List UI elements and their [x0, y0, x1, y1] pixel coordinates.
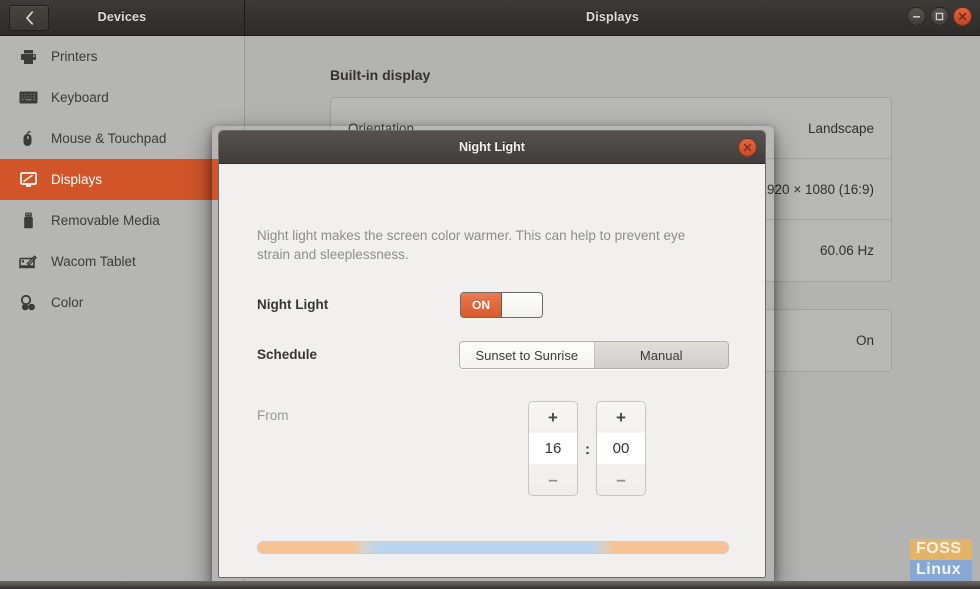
sidebar-item-removable-media[interactable]: Removable Media — [0, 200, 244, 241]
usb-drive-icon — [16, 211, 40, 231]
watermark-line-2: Linux — [910, 560, 972, 581]
segment-label: Manual — [639, 347, 683, 363]
color-profile-icon — [16, 293, 40, 313]
close-icon — [743, 139, 752, 157]
keyboard-icon — [16, 88, 40, 108]
sidebar-item-mouse-touchpad[interactable]: Mouse & Touchpad — [0, 118, 244, 159]
sidebar-item-label: Removable Media — [51, 213, 160, 228]
night-light-dialog: Night Light Night light makes the screen… — [218, 130, 766, 578]
watermark: FOSS Linux — [910, 539, 972, 581]
sidebar: Printers Keyboard Mouse & Touchpad Displ… — [0, 36, 245, 589]
sidebar-item-label: Printers — [51, 49, 98, 64]
dialog-close-button[interactable] — [738, 138, 757, 157]
minimize-button[interactable] — [907, 7, 926, 26]
window-title: Displays — [585, 10, 640, 24]
watermark-line-1: FOSS — [910, 539, 972, 560]
from-minute-decrement-button[interactable]: – — [597, 464, 645, 495]
sidebar-item-label: Displays — [51, 172, 103, 187]
bottom-shadow-strip — [0, 581, 980, 589]
from-hour-increment-button[interactable]: + — [529, 402, 577, 433]
maximize-button[interactable] — [930, 7, 949, 26]
sidebar-item-keyboard[interactable]: Keyboard — [0, 77, 244, 118]
sidebar-titlebar: Devices — [0, 0, 245, 36]
row-value: Landscape — [807, 120, 874, 136]
sidebar-item-displays[interactable]: Displays — [0, 159, 244, 200]
close-button[interactable] — [953, 7, 972, 26]
page-title: Built-in display — [330, 67, 431, 83]
main-titlebar: Displays — [245, 0, 980, 36]
dialog-description: Night light makes the screen color warme… — [257, 228, 686, 262]
night-light-label: Night Light — [257, 297, 329, 312]
toggle-state-label: ON — [461, 293, 502, 317]
mouse-icon — [16, 129, 40, 149]
row-value: 1920 × 1080 (16:9) — [759, 181, 874, 197]
sidebar-item-label: Wacom Tablet — [51, 254, 136, 269]
sidebar-item-label: Color — [51, 295, 84, 310]
toggle-knob — [502, 293, 542, 317]
close-icon — [958, 12, 967, 21]
from-minute-value[interactable]: 00 — [597, 433, 645, 464]
segment-label: Sunset to Sunrise — [475, 347, 579, 363]
schedule-mode-selector: Sunset to Sunrise Manual — [459, 341, 729, 369]
dialog-titlebar: Night Light — [219, 131, 765, 164]
minimize-icon — [912, 12, 921, 21]
from-label: From — [257, 408, 289, 423]
from-hour-decrement-button[interactable]: – — [529, 464, 577, 495]
night-light-timeline[interactable] — [257, 541, 729, 554]
wacom-tablet-icon — [16, 252, 40, 272]
night-light-toggle[interactable]: ON — [460, 292, 543, 318]
sidebar-item-label: Mouse & Touchpad — [51, 131, 167, 146]
from-hour-stepper: + 16 – — [528, 401, 578, 496]
from-time-separator: : — [585, 441, 590, 458]
schedule-option-manual[interactable]: Manual — [594, 342, 728, 368]
printer-icon — [16, 47, 40, 67]
sidebar-item-color[interactable]: Color — [0, 282, 244, 323]
sidebar-item-wacom-tablet[interactable]: Wacom Tablet — [0, 241, 244, 282]
from-minute-stepper: + 00 – — [596, 401, 646, 496]
sidebar-title: Devices — [97, 10, 147, 24]
sidebar-item-printers[interactable]: Printers — [0, 36, 244, 77]
row-value: 60.06 Hz — [819, 243, 874, 258]
display-icon — [16, 170, 40, 190]
maximize-icon — [935, 12, 944, 21]
sidebar-item-label: Keyboard — [51, 90, 109, 105]
window-controls — [907, 7, 972, 26]
row-value: On — [855, 333, 874, 348]
screen: Devices Displays Printers Keyboard Mouse… — [0, 0, 980, 589]
dialog-body: Night light makes the screen color warme… — [219, 164, 765, 577]
dialog-title: Night Light — [459, 140, 525, 154]
from-minute-increment-button[interactable]: + — [597, 402, 645, 433]
schedule-label: Schedule — [257, 347, 318, 362]
from-hour-value[interactable]: 16 — [529, 433, 577, 464]
schedule-option-sunset-to-sunrise[interactable]: Sunset to Sunrise — [460, 342, 595, 368]
